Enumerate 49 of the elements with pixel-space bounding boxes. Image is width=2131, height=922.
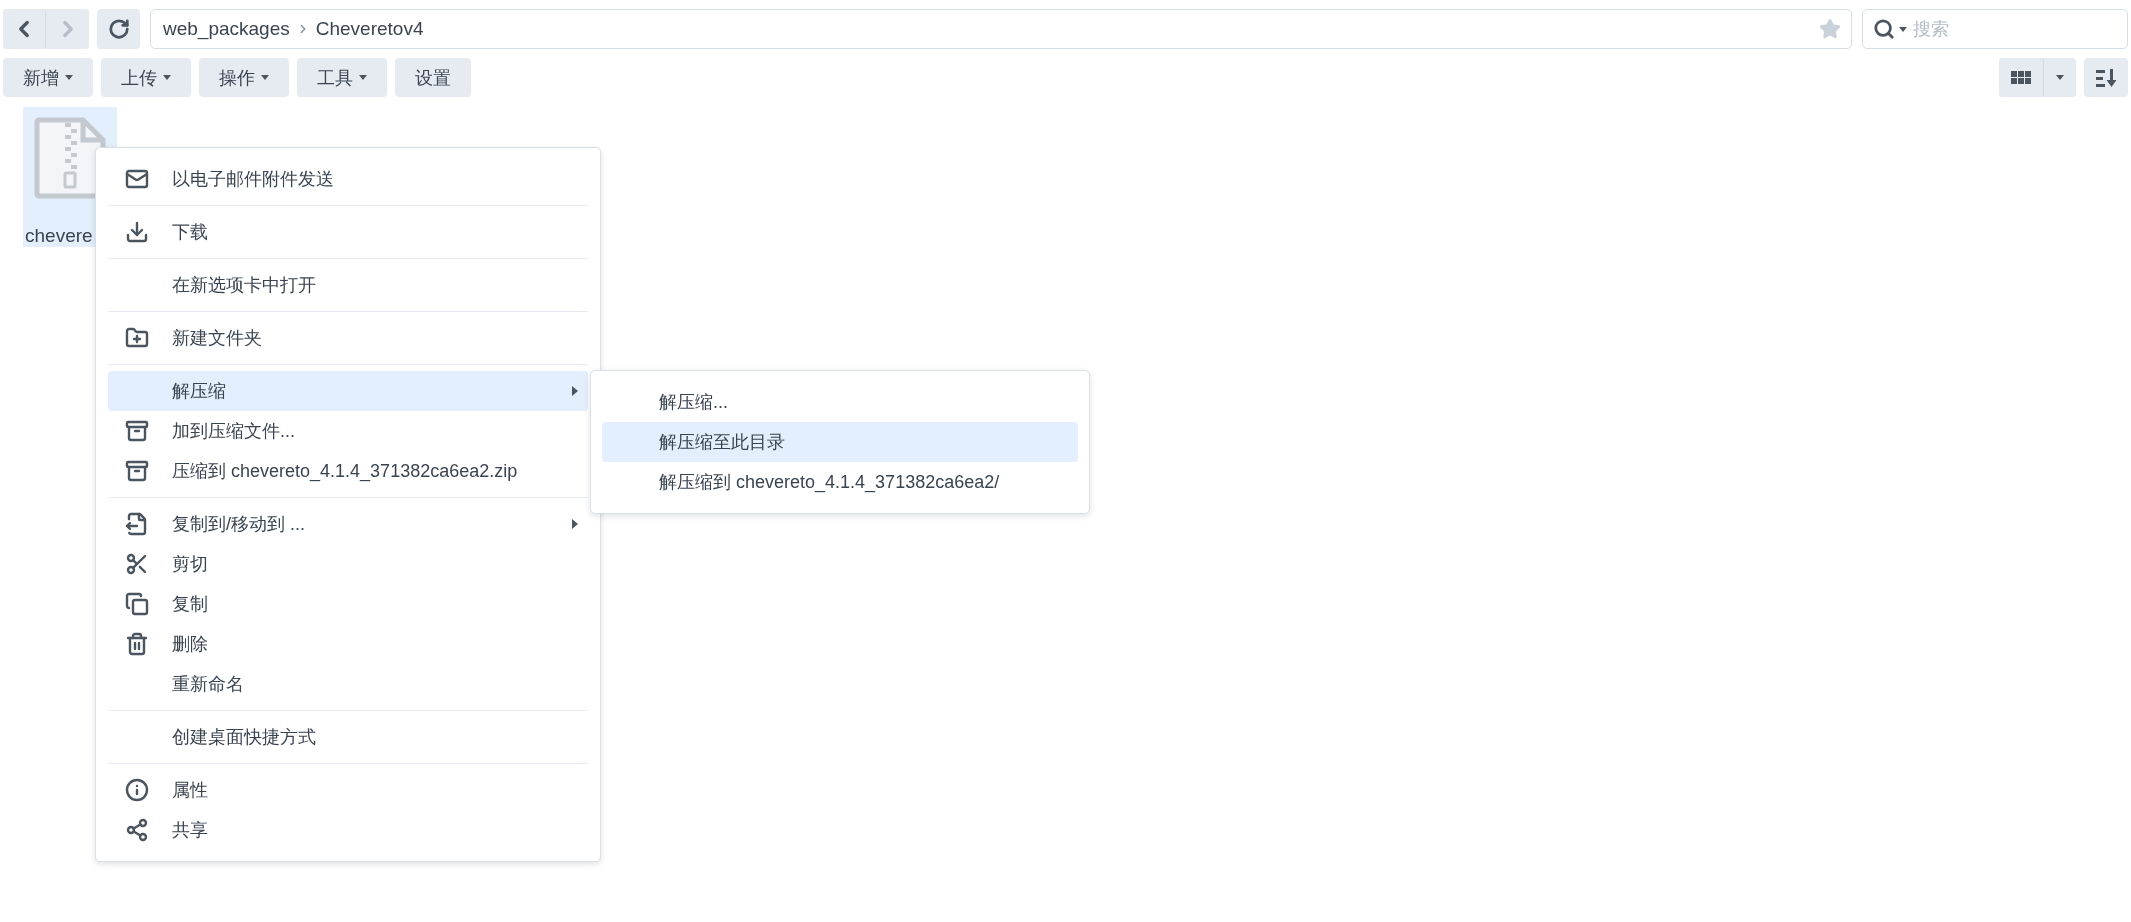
menu-item[interactable]: 在新选项卡中打开	[108, 265, 588, 305]
menu-item[interactable]: 解压缩...	[602, 382, 1078, 422]
toolbar-button[interactable]: 工具	[297, 58, 387, 97]
caret-icon	[2056, 75, 2064, 80]
copy-icon	[125, 592, 149, 616]
archive-icon	[125, 419, 149, 443]
refresh-button[interactable]	[97, 9, 140, 49]
sort-icon	[2096, 68, 2116, 87]
share-icon	[125, 818, 149, 842]
menu-item[interactable]: 新建文件夹	[108, 318, 588, 358]
menu-item[interactable]: 压缩到 chevereto_4.1.4_371382ca6ea2.zip	[108, 451, 588, 491]
menu-item[interactable]: 属性	[108, 770, 588, 810]
menu-item[interactable]: 删除	[108, 624, 588, 664]
menu-item[interactable]: 复制	[108, 584, 588, 624]
file-arrow-icon	[125, 512, 149, 536]
menu-item[interactable]: 重新命名	[108, 664, 588, 704]
back-button[interactable]	[3, 9, 46, 49]
menu-item[interactable]: 解压缩	[108, 371, 588, 411]
trash-icon	[125, 632, 149, 656]
folder-plus-icon	[125, 326, 149, 350]
archive-icon	[125, 459, 149, 483]
scissors-icon	[125, 552, 149, 576]
caret-icon	[1899, 26, 1907, 32]
download-icon	[125, 220, 149, 244]
menu-item[interactable]: 剪切	[108, 544, 588, 584]
toolbar-button[interactable]: 上传	[101, 58, 191, 97]
star-icon[interactable]	[1819, 18, 1841, 40]
file-name: chevere	[24, 225, 93, 247]
grid-view-button[interactable]	[1999, 58, 2044, 97]
toolbar-button[interactable]: 操作	[199, 58, 289, 97]
menu-item[interactable]: 共享	[108, 810, 588, 850]
refresh-icon	[107, 18, 130, 40]
menu-item[interactable]: 解压缩至此目录	[602, 422, 1078, 462]
search-icon	[1873, 18, 1895, 40]
toolbar-button[interactable]: 新增	[3, 58, 93, 97]
menu-item[interactable]: 加到压缩文件...	[108, 411, 588, 451]
mail-icon	[125, 167, 149, 191]
address-bar[interactable]: web_packages Cheveretov4	[150, 9, 1852, 49]
grid-icon	[2011, 71, 2031, 84]
breadcrumb-item[interactable]: Cheveretov4	[315, 18, 424, 40]
search-input[interactable]: 搜索	[1911, 17, 2117, 41]
menu-item[interactable]: 创建桌面快捷方式	[108, 717, 588, 757]
search-field[interactable]: 搜索	[1862, 9, 2128, 49]
breadcrumb-item[interactable]: web_packages	[163, 18, 290, 40]
toolbar-button[interactable]: 设置	[395, 58, 471, 97]
menu-item[interactable]: 复制到/移动到 ...	[108, 504, 588, 544]
info-icon	[125, 778, 149, 802]
menu-item[interactable]: 解压缩到 chevereto_4.1.4_371382ca6ea2/	[602, 462, 1078, 502]
sort-button[interactable]	[2084, 58, 2128, 97]
